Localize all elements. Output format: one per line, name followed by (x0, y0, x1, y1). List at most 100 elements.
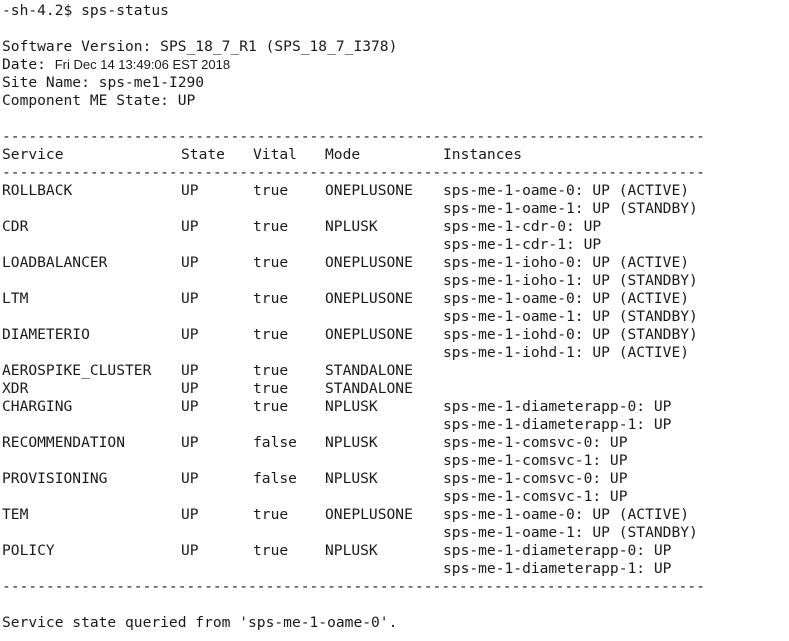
footer-text: Service state queried from 'sps-me-1-oam… (2, 614, 398, 631)
service-vital: true (253, 326, 289, 343)
service-state: UP (181, 542, 199, 559)
service-vital: true (253, 506, 289, 523)
table-row: LOADBALANCER UP true ONEPLUSONE sps-me-1-ioh… (2, 254, 787, 272)
service-instance: sps-me-1-comsvc-0: UP (443, 434, 628, 451)
table-row: POLICY UP true NPLUSK sps-me-1-diameterapp-0… (2, 542, 787, 560)
service-name: PROVISIONING (2, 470, 108, 487)
service-instance: sps-me-1-diameterapp-1: UP (443, 416, 672, 433)
component-state-label: Component ME State: (2, 92, 178, 109)
site-name-line: Site Name: sps-me1-I290 (2, 74, 787, 92)
header-mode: Mode (325, 146, 361, 163)
service-mode: ONEPLUSONE (325, 182, 413, 199)
service-mode: STANDALONE (325, 362, 413, 379)
service-state: UP (181, 398, 199, 415)
service-instance: sps-me-1-diameterapp-0: UP (443, 398, 672, 415)
table-row: PROVISIONING UP false NPLUSK sps-me-1-comsvc… (2, 470, 787, 488)
service-vital: true (253, 380, 289, 397)
service-name: XDR (2, 380, 29, 397)
software-version-label: Software Version: (2, 38, 161, 55)
service-instance: sps-me-1-iohd-0: UP (STANDBY) (443, 326, 698, 343)
service-vital: true (253, 398, 289, 415)
table-row: TEM UP true ONEPLUSONE sps-me-1-oame-0: UP (… (2, 506, 787, 524)
service-name: CDR (2, 218, 29, 235)
service-state: UP (181, 254, 199, 271)
service-instance: sps-me-1-oame-0: UP (ACTIVE) (443, 290, 690, 307)
service-vital: false (253, 434, 297, 451)
table-row-continuation: sps-me-1-oame-1: UP (STANDBY) (2, 308, 787, 326)
service-instance: sps-me-1-comsvc-1: UP (443, 488, 628, 505)
service-vital: true (253, 542, 289, 559)
table-header: Service State Vital Mode Instances (2, 146, 787, 164)
service-name: LOADBALANCER (2, 254, 108, 271)
date-value: Fri Dec 14 13:49:06 EST 2018 (54, 57, 231, 72)
service-state: UP (181, 434, 199, 451)
table-row-continuation: sps-me-1-comsvc-1: UP (2, 452, 787, 470)
separator-bottom: ----------------------------------------… (2, 578, 703, 595)
header-state: State (181, 146, 225, 163)
service-mode: NPLUSK (325, 218, 378, 235)
component-state-value: UP (177, 92, 196, 109)
service-state: UP (181, 380, 199, 397)
service-state: UP (181, 290, 199, 307)
table-row: ROLLBACK UP true ONEPLUSONE sps-me-1-oame-0:… (2, 182, 787, 200)
service-state: UP (181, 218, 199, 235)
terminal-output[interactable]: -sh-4.2$ sps-status Software Version: SP… (2, 2, 787, 632)
table-row-continuation: sps-me-1-iohd-1: UP (ACTIVE) (2, 344, 787, 362)
service-instance: sps-me-1-iohd-1: UP (ACTIVE) (443, 344, 690, 361)
service-mode: NPLUSK (325, 434, 378, 451)
table-row-continuation: sps-me-1-cdr-1: UP (2, 236, 787, 254)
table-row-continuation: sps-me-1-diameterapp-1: UP (2, 416, 787, 434)
service-mode: ONEPLUSONE (325, 254, 413, 271)
table-row: AEROSPIKE_CLUSTER UP true STANDALONE (2, 362, 787, 380)
table-row: LTM UP true ONEPLUSONE sps-me-1-oame-0: UP (… (2, 290, 787, 308)
service-mode: NPLUSK (325, 542, 378, 559)
service-state: UP (181, 506, 199, 523)
service-mode: NPLUSK (325, 398, 378, 415)
site-name-label: Site Name: (2, 74, 99, 91)
service-mode: ONEPLUSONE (325, 290, 413, 307)
table-row-continuation: sps-me-1-comsvc-1: UP (2, 488, 787, 506)
service-instance: sps-me-1-comsvc-0: UP (443, 470, 628, 487)
service-instance: sps-me-1-cdr-0: UP (443, 218, 602, 235)
header-instances: Instances (443, 146, 523, 163)
service-mode: ONEPLUSONE (325, 326, 413, 343)
table-row-continuation: sps-me-1-diameterapp-1: UP (2, 560, 787, 578)
service-mode: ONEPLUSONE (325, 506, 413, 523)
service-instance: sps-me-1-comsvc-1: UP (443, 452, 628, 469)
service-instance: sps-me-1-cdr-1: UP (443, 236, 602, 253)
service-instance: sps-me-1-ioho-0: UP (ACTIVE) (443, 254, 690, 271)
software-version-value: SPS_18_7_R1 (SPS_18_7_I378) (160, 38, 398, 55)
service-instance: sps-me-1-diameterapp-0: UP (443, 542, 672, 559)
service-instance: sps-me-1-oame-1: UP (STANDBY) (443, 308, 698, 325)
table-row: CHARGING UP true NPLUSK sps-me-1-diameterapp… (2, 398, 787, 416)
service-mode: NPLUSK (325, 470, 378, 487)
table-row-continuation: sps-me-1-ioho-1: UP (STANDBY) (2, 272, 787, 290)
service-name: ROLLBACK (2, 182, 73, 199)
service-state: UP (181, 470, 199, 487)
service-name: LTM (2, 290, 29, 307)
service-name: RECOMMENDATION (2, 434, 126, 451)
service-name: AEROSPIKE_CLUSTER (2, 362, 152, 379)
separator-header: ----------------------------------------… (2, 164, 703, 181)
service-state: UP (181, 182, 199, 199)
service-vital: true (253, 362, 289, 379)
service-instance: sps-me-1-ioho-1: UP (STANDBY) (443, 272, 698, 289)
service-vital: true (253, 218, 289, 235)
header-vital: Vital (253, 146, 297, 163)
service-instance: sps-me-1-oame-1: UP (STANDBY) (443, 200, 698, 217)
table-row-continuation: sps-me-1-oame-1: UP (STANDBY) (2, 200, 787, 218)
service-instance: sps-me-1-oame-0: UP (ACTIVE) (443, 506, 690, 523)
shell-prompt-line: -sh-4.2$ sps-status (2, 2, 169, 19)
service-instance: sps-me-1-oame-1: UP (STANDBY) (443, 524, 698, 541)
service-mode: STANDALONE (325, 380, 413, 397)
table-row: DIAMETERIO UP true ONEPLUSONE sps-me-1-iohd-… (2, 326, 787, 344)
service-name: TEM (2, 506, 29, 523)
date-line: Date: Fri Dec 14 13:49:06 EST 2018 (2, 56, 787, 74)
table-row: XDR UP true STANDALONE (2, 380, 787, 398)
date-label: Date: (2, 56, 55, 73)
service-vital: false (253, 470, 297, 487)
service-vital: true (253, 182, 289, 199)
service-state: UP (181, 362, 199, 379)
